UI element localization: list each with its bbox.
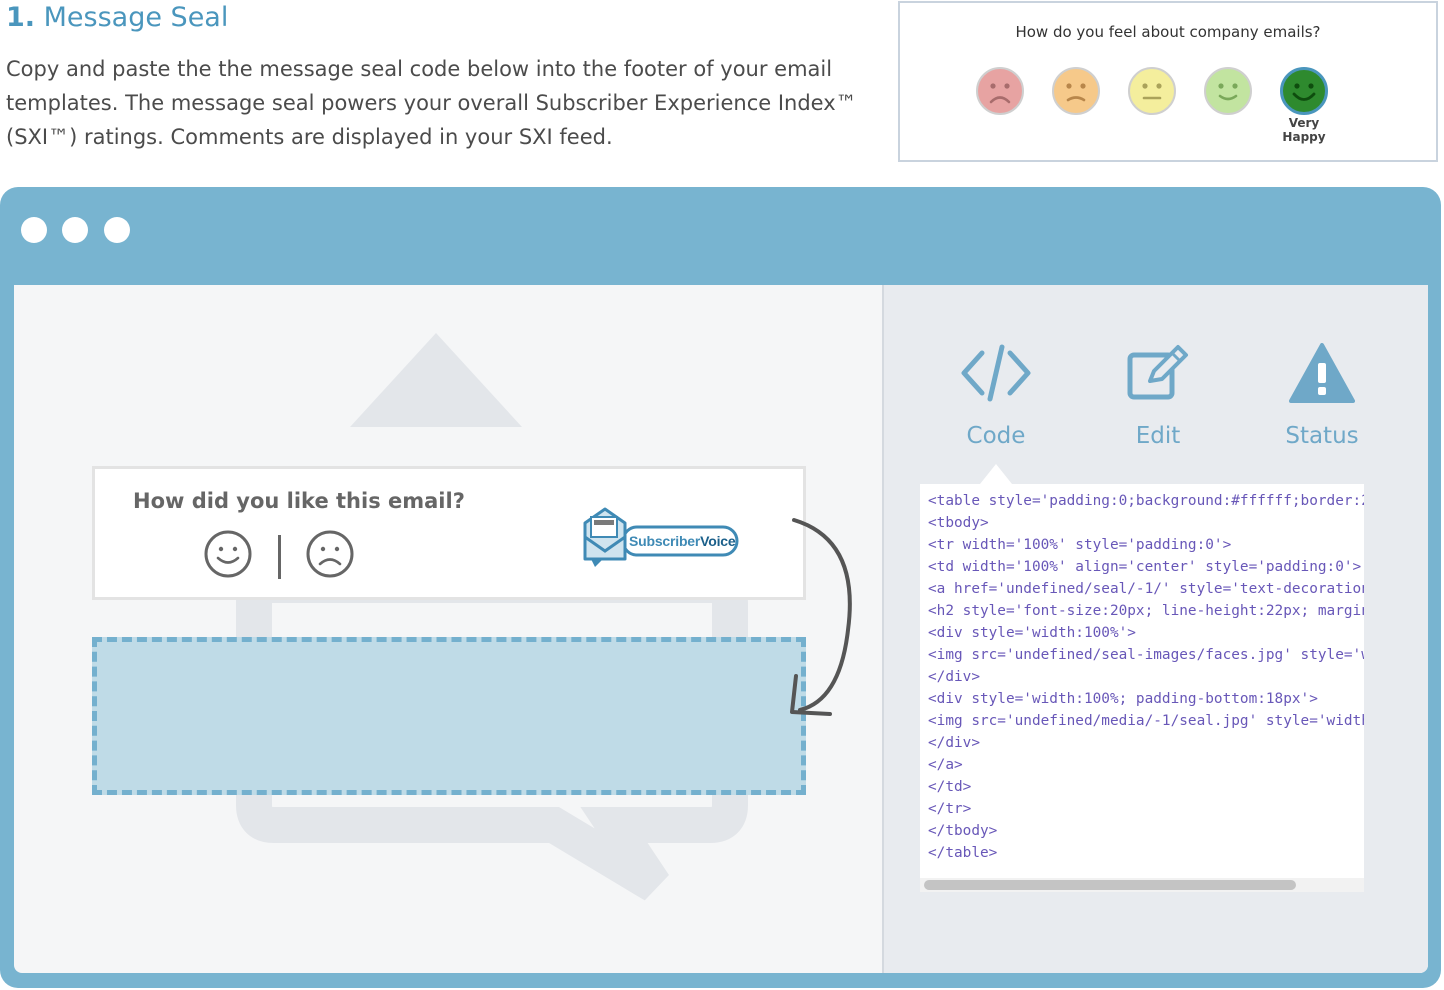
selected-face-label: Very Happy <box>1270 116 1338 144</box>
tab-status[interactable]: Status <box>1276 343 1368 449</box>
seal-question: How did you like this email? <box>133 489 465 513</box>
code-line: <table style='padding:0;background:#ffff… <box>928 493 1364 509</box>
code-line: </div> <box>928 669 980 685</box>
code-snippet[interactable]: <table style='padding:0;background:#ffff… <box>920 484 1364 892</box>
horizontal-scrollbar[interactable] <box>920 878 1364 892</box>
selected-face-label-line2: Happy <box>1282 130 1326 144</box>
tab-edit-label: Edit <box>1135 423 1181 449</box>
smile-face-icon[interactable] <box>203 529 253 579</box>
section-title: 1. Message Seal <box>6 2 228 33</box>
tab-code[interactable]: Code <box>950 343 1042 449</box>
happy-face-icon[interactable] <box>1204 67 1252 115</box>
neutral-face-icon[interactable] <box>1128 67 1176 115</box>
window-dot-icon <box>21 217 47 243</box>
frown-face-icon[interactable] <box>305 529 355 579</box>
window-dot-icon <box>62 217 88 243</box>
tab-code-label: Code <box>966 423 1026 449</box>
logo-text-subscriber: Subscriber <box>629 533 701 549</box>
code-line: <h2 style='font-size:20px; line-height:2… <box>928 603 1364 619</box>
logo-text-voice: Voice <box>700 533 736 549</box>
unhappy-face-icon[interactable] <box>1052 67 1100 115</box>
code-line: <tr width='100%' style='padding:0'> <box>928 537 1232 553</box>
code-line: </div> <box>928 735 980 751</box>
code-line: </a> <box>928 757 963 773</box>
very-unhappy-face-icon[interactable] <box>976 67 1024 115</box>
code-lines: <table style='padding:0;background:#ffff… <box>928 490 1364 864</box>
curved-arrow-icon <box>790 518 852 716</box>
rating-preview: How do you feel about company emails? <box>898 1 1438 162</box>
message-seal-preview: How did you like this email? SubscriberV… <box>92 466 806 600</box>
seal-divider <box>278 535 281 579</box>
code-line: <a href='undefined/seal/-1/' style='text… <box>928 581 1364 597</box>
code-icon <box>961 344 1031 402</box>
code-line: <td width='100%' align='center' style='p… <box>928 559 1362 575</box>
section-description: Copy and paste the the message seal code… <box>6 57 857 149</box>
code-line: <img src='undefined/media/-1/seal.jpg' s… <box>928 713 1364 729</box>
code-line: <tbody> <box>928 515 989 531</box>
warning-icon <box>1289 343 1355 403</box>
code-line: </tbody> <box>928 823 998 839</box>
email-placeholder-watermark-icon <box>236 333 748 901</box>
code-line: </tr> <box>928 801 972 817</box>
code-line: </table> <box>928 845 998 861</box>
tab-edit[interactable]: Edit <box>1118 343 1198 449</box>
rating-question: How do you feel about company emails? <box>1015 23 1321 41</box>
section-number: 1. <box>6 2 36 33</box>
tab-status-label: Status <box>1285 423 1359 449</box>
code-line: </td> <box>928 779 972 795</box>
subscribervoice-logo-text: SubscriberVoice <box>629 533 736 549</box>
scrollbar-thumb[interactable] <box>924 880 1296 890</box>
section-title-text: Message Seal <box>43 2 229 33</box>
code-tab-pointer <box>980 464 1012 484</box>
code-line: <div style='width:100%; padding-bottom:1… <box>928 691 1318 707</box>
seal-drop-zone[interactable] <box>92 637 806 795</box>
code-line: <div style='width:100%'> <box>928 625 1136 641</box>
code-line: <img src='undefined/seal-images/faces.jp… <box>928 647 1364 663</box>
very-happy-face-icon[interactable] <box>1280 67 1328 115</box>
edit-icon <box>1127 345 1188 400</box>
selected-face-label-line1: Very <box>1288 116 1320 130</box>
window-dot-icon <box>104 217 130 243</box>
